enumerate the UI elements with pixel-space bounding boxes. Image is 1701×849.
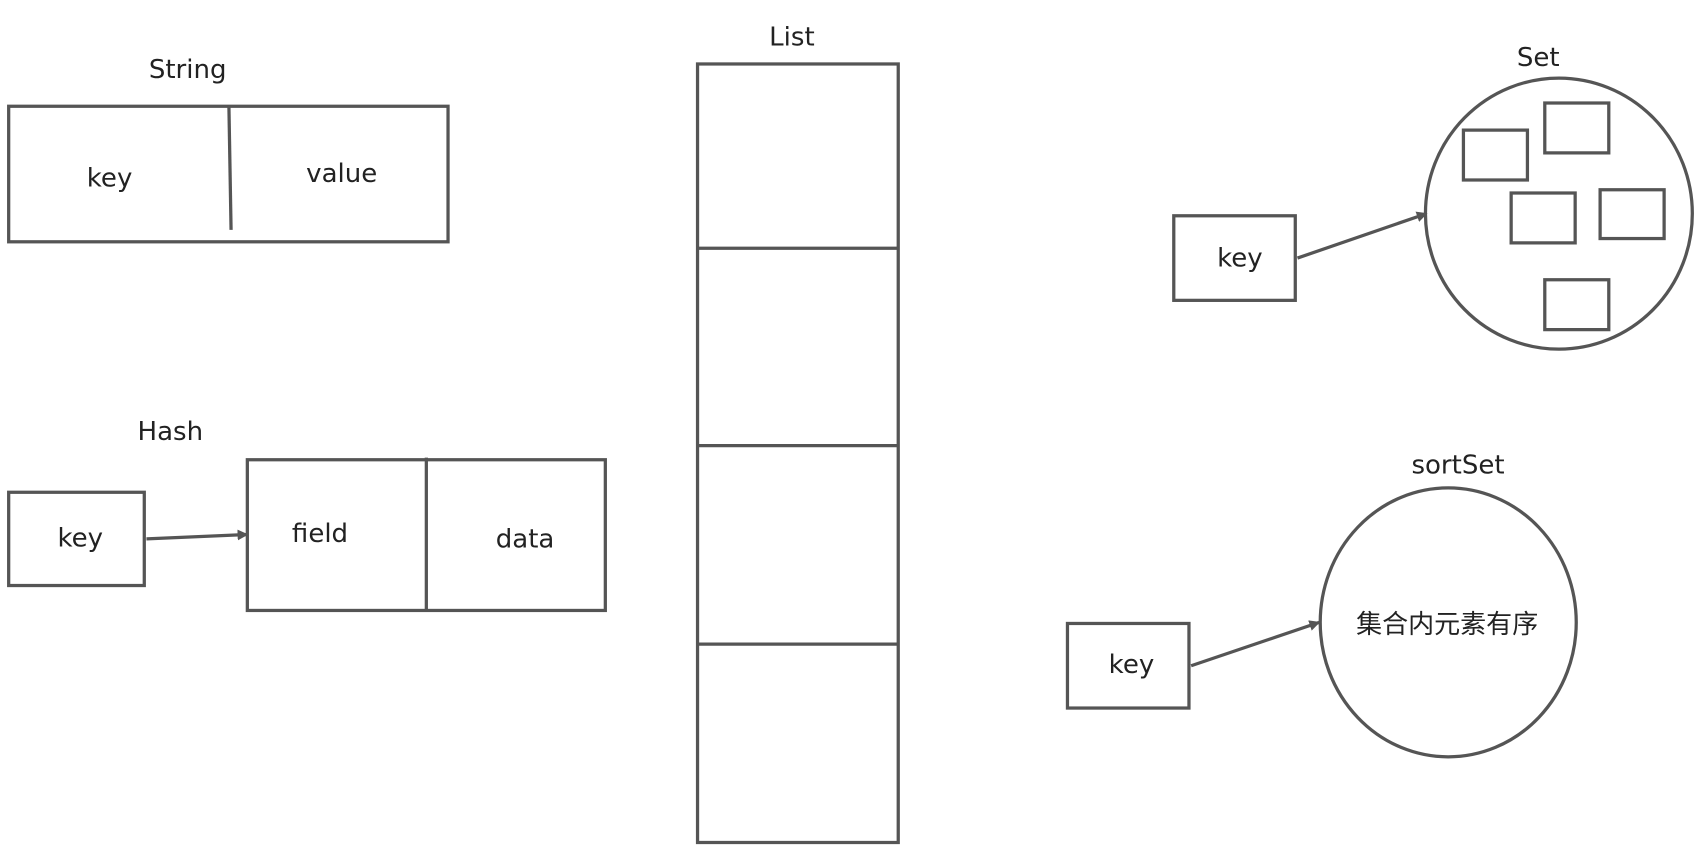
set-key: key [1217,244,1263,274]
string-value: value [306,159,377,189]
list-group: List [695,22,900,845]
set-element [1598,188,1666,241]
string-key: key [87,163,133,193]
set-arrow [1296,211,1428,260]
sortset-group: sortSet 集合内元素有序 key [1065,451,1578,759]
set-element [1543,101,1611,155]
list-title: List [769,22,814,52]
sortset-arrow [1190,620,1321,668]
string-divider [227,105,233,230]
sortset-title: sortSet [1411,451,1504,481]
hash-key: key [57,523,103,553]
sortset-description: 集合内元素有序 [1356,610,1538,640]
sortset-key: key [1109,650,1155,680]
hash-title: Hash [138,417,204,447]
set-element [1461,128,1530,182]
string-group: String key value [7,55,450,244]
set-element [1509,191,1577,245]
hash-arrow [146,529,249,541]
set-group: Set key [1172,43,1694,351]
set-element [1543,278,1611,332]
list-box [695,62,900,845]
hash-group: Hash key field data [7,417,607,613]
set-title: Set [1517,43,1560,73]
string-title: String [149,55,227,85]
redis-data-types-diagram: String key value List Set key Hash key f… [7,22,1694,845]
hash-data: data [496,524,555,554]
hash-field: field [292,519,348,549]
